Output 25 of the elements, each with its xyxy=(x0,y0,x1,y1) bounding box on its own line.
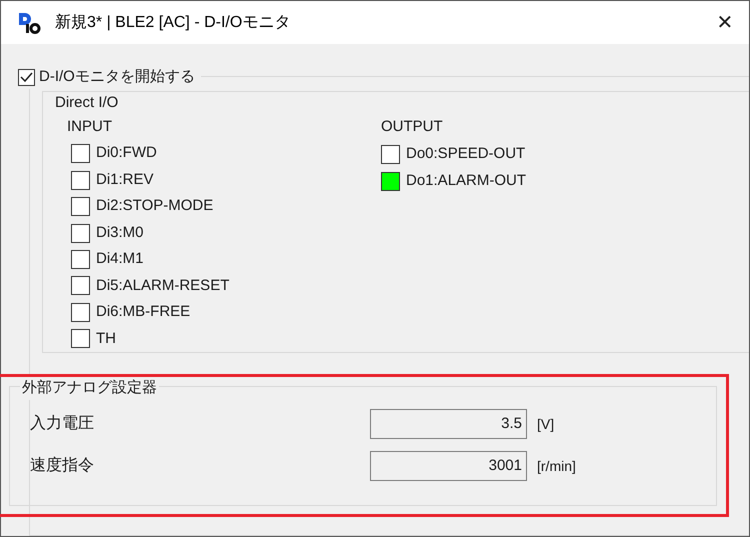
group-title: 外部アナログ設定器 xyxy=(20,377,159,400)
signal-label: Di0:FWD xyxy=(96,143,157,164)
column-heading: OUTPUT xyxy=(381,117,444,137)
column-heading: INPUT xyxy=(67,117,113,137)
signal-label: Di6:MB-FREE xyxy=(96,302,190,322)
signal-label: TH xyxy=(96,328,116,349)
app-logo-icon xyxy=(17,12,41,34)
checkbox-label: D-I/Oモニタを開始する xyxy=(39,67,195,87)
readout-field: 3001 xyxy=(370,451,527,481)
unit-label: [r/min] xyxy=(537,456,576,476)
signal-label: Do0:SPEED-OUT xyxy=(406,144,526,164)
window-title: 新規3* | BLE2 [AC] - D-I/Oモニタ xyxy=(55,12,290,32)
readout-field: 3.5 xyxy=(370,409,527,439)
signal-label: Di1:REV xyxy=(96,170,154,190)
field-label: 入力電圧 xyxy=(30,414,95,434)
checkbox[interactable] xyxy=(18,68,35,86)
close-button[interactable]: ✕ xyxy=(707,4,743,40)
signal-label: Di3:M0 xyxy=(96,222,144,243)
signal-label: Di5:ALARM-RESET xyxy=(96,276,230,296)
field-label: 速度指令 xyxy=(30,456,95,476)
signal-label: Di4:M1 xyxy=(96,249,144,270)
unit-label: [V] xyxy=(537,414,554,434)
signal-label: Do1:ALARM-OUT xyxy=(406,170,526,191)
signal-label: Di2:STOP-MODE xyxy=(96,196,214,216)
check-icon xyxy=(20,72,33,83)
